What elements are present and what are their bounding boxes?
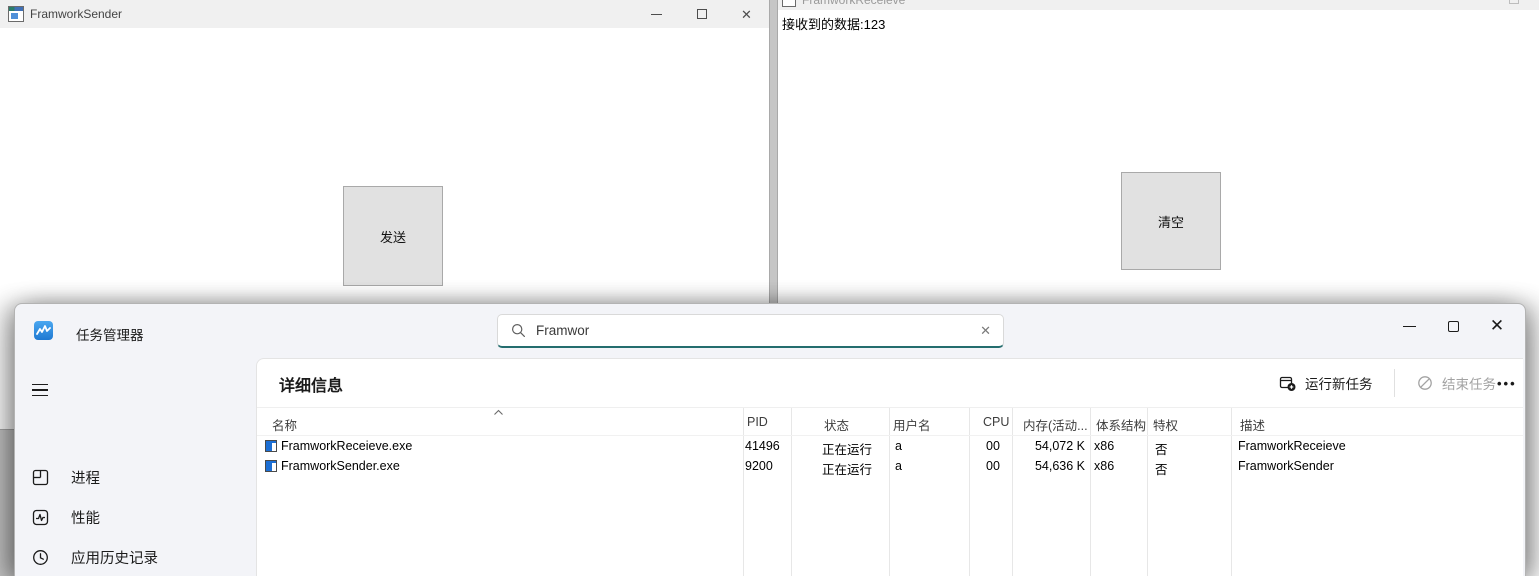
maximize-icon[interactable] bbox=[1509, 0, 1519, 4]
details-toolbar: 详细信息 运行新任务 结束任务 ••• bbox=[257, 359, 1523, 407]
process-app-icon bbox=[265, 460, 277, 472]
cell-cpu: 00 bbox=[986, 439, 1000, 453]
sidebar-item-label: 应用历史记录 bbox=[71, 547, 158, 568]
search-box[interactable]: ✕ bbox=[497, 314, 1004, 348]
cell-pid: 9200 bbox=[745, 459, 773, 473]
app-window-icon bbox=[8, 6, 24, 22]
details-table: 名称 PID 状态 用户名 CPU 内存(活动... 体系结构 特权 描述 Fr… bbox=[257, 407, 1523, 576]
received-data-label: 接收到的数据:123 bbox=[782, 14, 885, 33]
process-app-icon bbox=[265, 440, 277, 452]
minimize-icon bbox=[1403, 326, 1416, 327]
cell-user: a bbox=[895, 459, 902, 473]
app-window-icon bbox=[782, 0, 796, 7]
minimize-button[interactable] bbox=[1387, 310, 1431, 342]
task-manager-window: 任务管理器 ✕ ✕ 进程 性能 bbox=[14, 303, 1526, 576]
performance-icon bbox=[32, 509, 49, 526]
column-header-architecture[interactable]: 体系结构 bbox=[1096, 415, 1146, 434]
column-header-name[interactable]: 名称 bbox=[272, 415, 297, 434]
sidebar-item-label: 进程 bbox=[71, 467, 100, 488]
column-header-description[interactable]: 描述 bbox=[1240, 415, 1265, 434]
page-title: 详细信息 bbox=[279, 372, 343, 396]
details-pane: 详细信息 运行新任务 结束任务 ••• bbox=[256, 358, 1523, 576]
search-icon bbox=[511, 323, 526, 338]
column-header-memory[interactable]: 内存(活动... bbox=[1023, 415, 1088, 434]
cell-user: a bbox=[895, 439, 902, 453]
column-header-user[interactable]: 用户名 bbox=[893, 415, 931, 434]
sidebar-item-processes[interactable]: 进程 bbox=[15, 457, 256, 497]
cell-elevated: 否 bbox=[1155, 459, 1168, 478]
column-header-cpu[interactable]: CPU bbox=[983, 415, 1009, 429]
column-header-elevated[interactable]: 特权 bbox=[1153, 415, 1178, 434]
toolbar-divider bbox=[1394, 369, 1395, 397]
table-row[interactable]: FramworkSender.exe 9200 正在运行 a 00 54,636… bbox=[257, 456, 1523, 476]
clear-search-icon[interactable]: ✕ bbox=[980, 323, 991, 339]
minimize-icon bbox=[651, 14, 662, 15]
close-button[interactable]: ✕ bbox=[1475, 310, 1519, 342]
cell-description: FramworkSender bbox=[1238, 459, 1334, 473]
column-header-pid[interactable]: PID bbox=[747, 415, 768, 429]
sender-window-title: FramworkSender bbox=[30, 7, 122, 21]
cell-pid: 41496 bbox=[745, 439, 780, 453]
cell-architecture: x86 bbox=[1094, 439, 1114, 453]
receiver-titlebar[interactable]: FramworkReceieve bbox=[778, 0, 1539, 10]
send-button[interactable]: 发送 bbox=[343, 186, 443, 286]
sender-titlebar[interactable]: FramworkSender ✕ bbox=[0, 0, 769, 28]
task-manager-titlebar[interactable]: 任务管理器 ✕ ✕ bbox=[15, 304, 1525, 358]
search-input[interactable] bbox=[536, 323, 980, 338]
cell-description: FramworkReceieve bbox=[1238, 439, 1346, 453]
close-icon: ✕ bbox=[1490, 316, 1504, 336]
cell-architecture: x86 bbox=[1094, 459, 1114, 473]
minimize-button[interactable] bbox=[634, 0, 679, 28]
sidebar-item-label: 性能 bbox=[71, 507, 100, 528]
task-manager-title: 任务管理器 bbox=[76, 324, 144, 344]
maximize-button[interactable] bbox=[679, 0, 724, 28]
sidebar-item-app-history[interactable]: 应用历史记录 bbox=[15, 537, 256, 576]
run-new-task-icon bbox=[1279, 375, 1296, 392]
cell-memory: 54,636 K bbox=[1013, 459, 1085, 473]
maximize-icon bbox=[1448, 321, 1459, 332]
maximize-icon bbox=[697, 9, 707, 19]
cell-name: FramworkReceieve.exe bbox=[281, 439, 412, 453]
close-icon: ✕ bbox=[741, 8, 752, 21]
cell-name: FramworkSender.exe bbox=[281, 459, 400, 473]
sort-ascending-icon bbox=[493, 409, 504, 416]
cell-cpu: 00 bbox=[986, 459, 1000, 473]
task-manager-app-icon bbox=[34, 321, 53, 340]
cell-status: 正在运行 bbox=[822, 459, 872, 478]
table-row[interactable]: FramworkReceieve.exe 41496 正在运行 a 00 54,… bbox=[257, 436, 1523, 456]
receiver-window-title: FramworkReceieve bbox=[802, 0, 905, 7]
processes-icon bbox=[32, 469, 49, 486]
end-task-label: 结束任务 bbox=[1442, 373, 1496, 393]
maximize-button[interactable] bbox=[1431, 310, 1475, 342]
close-button[interactable]: ✕ bbox=[724, 0, 769, 28]
table-header: 名称 PID 状态 用户名 CPU 内存(活动... 体系结构 特权 描述 bbox=[257, 408, 1523, 435]
run-new-task-button[interactable]: 运行新任务 bbox=[1271, 367, 1381, 399]
end-task-icon bbox=[1417, 375, 1433, 391]
history-clock-icon bbox=[32, 549, 49, 566]
cell-memory: 54,072 K bbox=[1013, 439, 1085, 453]
task-manager-sidebar: 进程 性能 应用历史记录 启动应用 bbox=[15, 358, 256, 576]
more-options-button[interactable]: ••• bbox=[1489, 367, 1525, 399]
navigation-menu-button[interactable] bbox=[32, 375, 62, 405]
run-new-task-label: 运行新任务 bbox=[1305, 373, 1373, 393]
clear-button[interactable]: 清空 bbox=[1121, 172, 1221, 270]
column-header-status[interactable]: 状态 bbox=[824, 415, 849, 434]
sidebar-item-performance[interactable]: 性能 bbox=[15, 497, 256, 537]
